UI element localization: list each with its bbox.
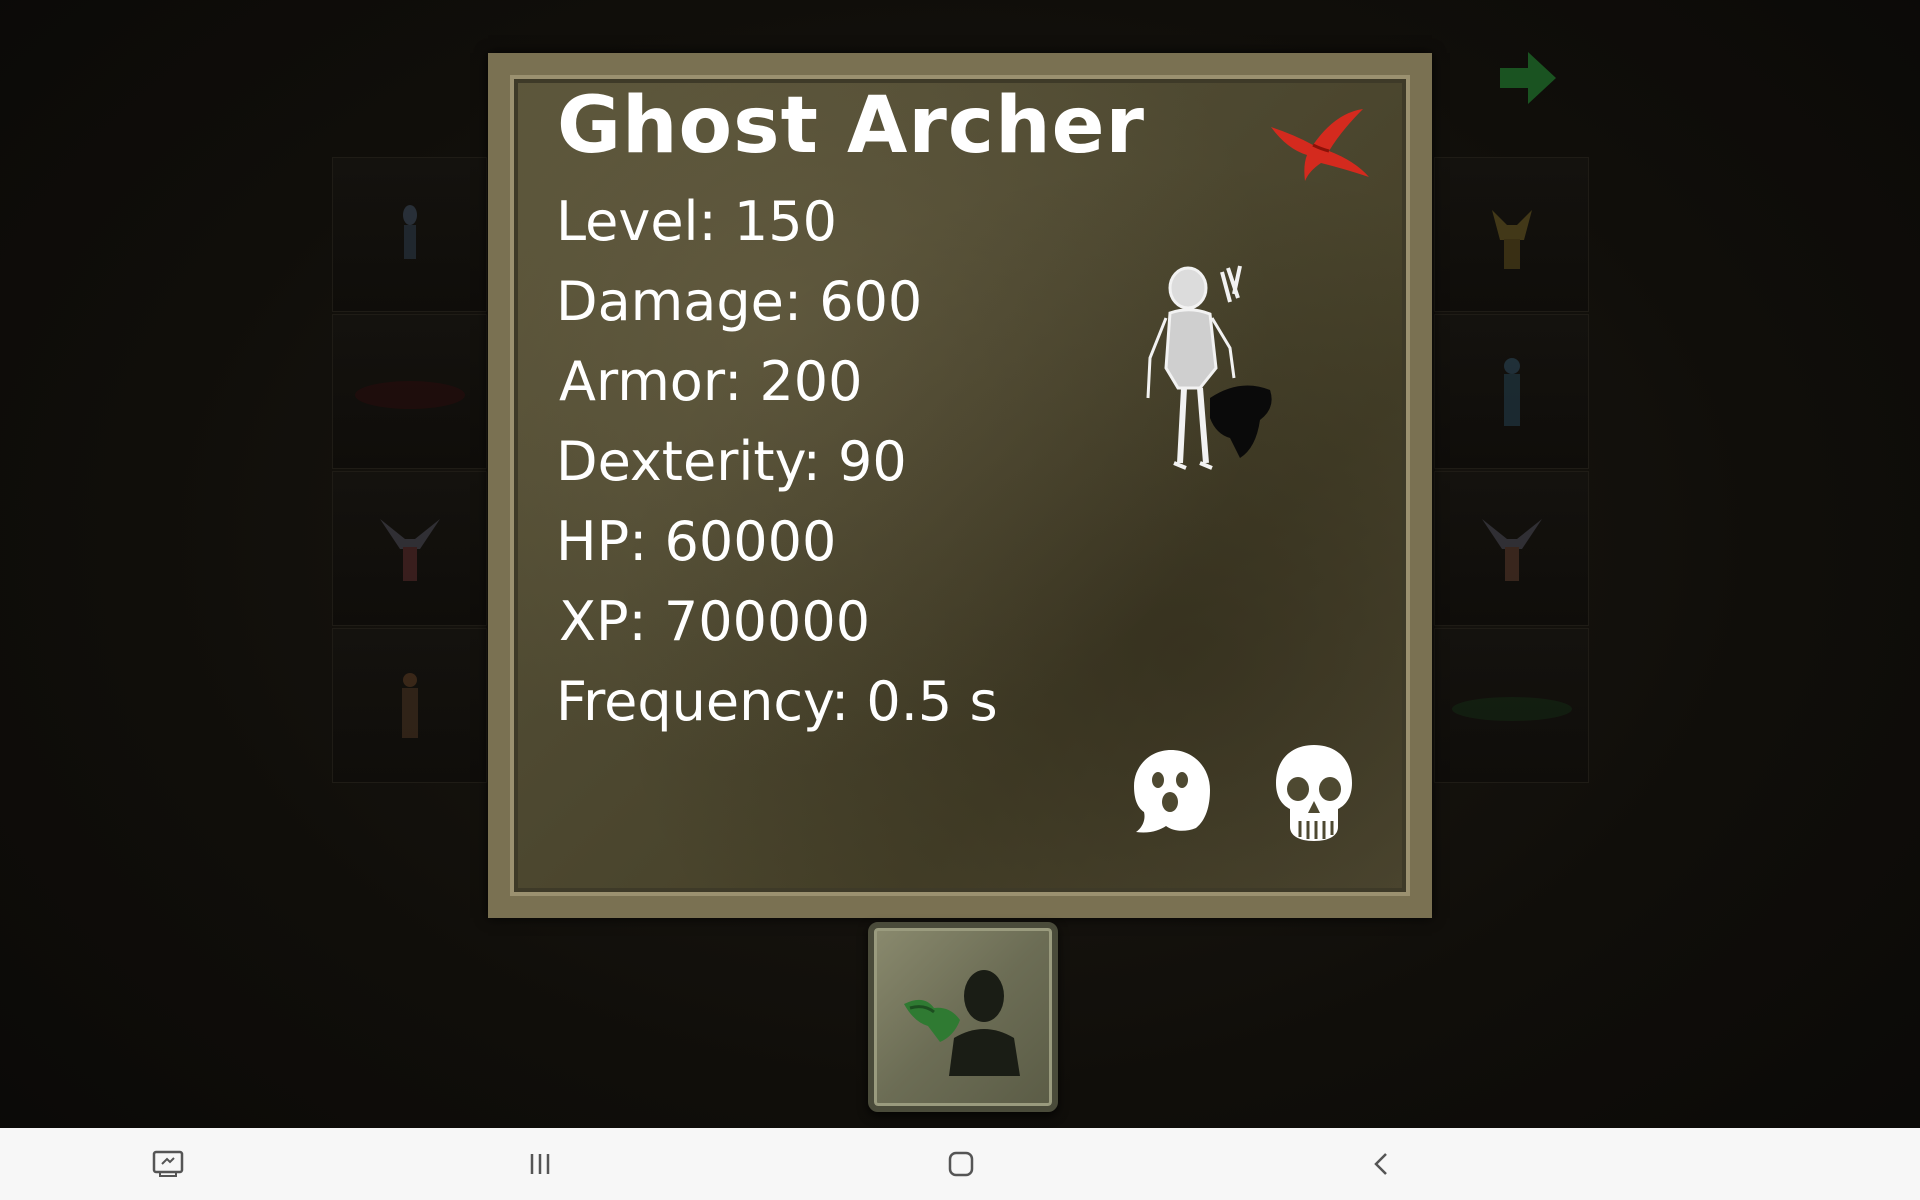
ghost-icon <box>1134 750 1210 833</box>
character-swap-icon <box>904 970 1020 1076</box>
creature-icon <box>379 518 440 581</box>
home-icon <box>948 1151 974 1177</box>
creature-icon <box>1481 518 1542 581</box>
bestiary-column-right <box>1434 157 1589 785</box>
skull-icon <box>1276 745 1352 841</box>
stat-dexterity: Dexterity: 90 <box>556 430 907 493</box>
stat-xp: XP: 700000 <box>559 590 871 653</box>
stat-level: Level: 150 <box>556 190 837 253</box>
game-area: Ghost Archer Level: 150 Damage: 600 Armo… <box>0 0 1920 1128</box>
bestiary-cell[interactable] <box>1434 314 1589 469</box>
close-icon[interactable] <box>1265 105 1373 185</box>
character-swap-button[interactable] <box>868 922 1058 1112</box>
creature-icon <box>1451 696 1572 721</box>
creature-icon <box>1503 357 1520 426</box>
bestiary-cell[interactable] <box>1434 471 1589 626</box>
creature-icon <box>1491 209 1532 269</box>
ghost-archer-portrait <box>1146 265 1272 470</box>
bestiary-cell[interactable] <box>332 157 487 312</box>
system-navigation-bar <box>0 1128 1920 1200</box>
creature-icon <box>401 672 418 738</box>
bestiary-column-left <box>332 157 487 785</box>
stat-damage: Damage: 600 <box>556 270 923 333</box>
stat-armor: Armor: 200 <box>559 350 863 413</box>
back-icon <box>1374 1153 1387 1175</box>
bestiary-cell[interactable] <box>1434 157 1589 312</box>
monster-name: Ghost Archer <box>557 81 1145 171</box>
screenshot-icon <box>152 1150 184 1177</box>
home-button[interactable] <box>939 1142 983 1186</box>
next-arrow-icon[interactable] <box>1498 50 1558 106</box>
creature-icon <box>402 204 417 259</box>
recent-apps-button[interactable] <box>518 1142 562 1186</box>
bestiary-cell[interactable] <box>332 628 487 783</box>
stat-hp: HP: 60000 <box>556 510 837 573</box>
bestiary-cell[interactable] <box>332 314 487 469</box>
bestiary-cell[interactable] <box>1434 628 1589 783</box>
back-button[interactable] <box>1360 1142 1404 1186</box>
screenshot-button[interactable] <box>146 1142 190 1186</box>
creature-icon <box>354 380 465 409</box>
stat-frequency: Frequency: 0.5 s <box>556 670 998 733</box>
recent-apps-icon <box>530 1154 550 1174</box>
bestiary-cell[interactable] <box>332 471 487 626</box>
